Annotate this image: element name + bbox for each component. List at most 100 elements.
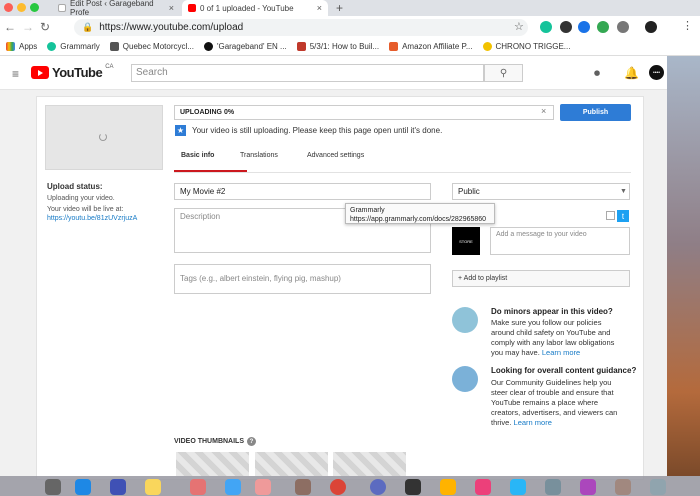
community-guidelines-illustration-icon bbox=[452, 366, 478, 392]
dock-app-icon[interactable] bbox=[475, 479, 491, 495]
dock-app-icon[interactable] bbox=[295, 479, 311, 495]
upload-live-text: Your video will be live at: bbox=[47, 206, 124, 213]
learn-more-link[interactable]: Learn more bbox=[514, 418, 552, 427]
page-icon bbox=[203, 42, 213, 51]
tooltip-title: Grammarly bbox=[350, 207, 385, 214]
apps-grid-icon bbox=[6, 42, 15, 51]
thumbnail-option[interactable] bbox=[176, 452, 249, 476]
dock-app-icon[interactable] bbox=[145, 479, 161, 495]
account-avatar-icon[interactable] bbox=[645, 21, 657, 33]
page-icon bbox=[389, 42, 399, 51]
tab-label: Edit Post ‹ Garageband Profe bbox=[70, 0, 154, 17]
children-illustration-icon bbox=[452, 307, 478, 333]
reload-icon[interactable]: ↻ bbox=[40, 20, 50, 34]
add-to-playlist-button[interactable]: + Add to playlist bbox=[452, 270, 630, 287]
dock-app-icon[interactable] bbox=[510, 479, 526, 495]
chrome-icon[interactable] bbox=[330, 479, 346, 495]
new-tab-button[interactable]: + bbox=[336, 1, 343, 15]
title-input[interactable]: My Movie #2 bbox=[174, 183, 431, 200]
publish-button[interactable]: Publish bbox=[560, 104, 631, 121]
upload-notice: Your video is still uploading. Please ke… bbox=[192, 126, 443, 135]
profile-icon[interactable] bbox=[617, 21, 629, 33]
page-icon bbox=[58, 4, 66, 12]
bookmark-star-icon[interactable]: ☆ bbox=[514, 20, 524, 33]
notifications-bell-icon[interactable]: 🔔 bbox=[624, 66, 639, 80]
dock-app-icon[interactable] bbox=[370, 479, 386, 495]
loading-spinner-icon bbox=[99, 133, 107, 141]
tab-basic-info[interactable]: Basic info bbox=[181, 152, 214, 159]
extension-icon[interactable] bbox=[578, 21, 590, 33]
upload-progress-bar: UPLOADING 0% bbox=[174, 105, 554, 120]
content-guidance-title: Looking for overall content guidance? bbox=[491, 366, 637, 375]
tab-close-icon[interactable]: × bbox=[169, 3, 174, 13]
help-icon[interactable]: ? bbox=[247, 437, 256, 446]
grammarly-tooltip: Grammarly https://app.grammarly.com/docs… bbox=[345, 203, 495, 224]
tooltip-url: https://app.grammarly.com/docs/282965860 bbox=[350, 216, 487, 223]
grammarly-extension-icon[interactable] bbox=[540, 21, 552, 33]
bookmark-apps[interactable]: Apps bbox=[6, 42, 37, 51]
url-text: https://www.youtube.com/upload bbox=[99, 22, 244, 33]
dock-app-icon[interactable] bbox=[440, 479, 456, 495]
twitter-icon: t bbox=[617, 210, 629, 222]
bookmark-531[interactable]: 5/3/1: How to Buil... bbox=[296, 42, 379, 51]
page-icon bbox=[482, 42, 492, 51]
address-bar[interactable]: 🔒 https://www.youtube.com/upload bbox=[74, 19, 528, 36]
dock-app-icon[interactable] bbox=[45, 479, 61, 495]
tab-translations[interactable]: Translations bbox=[240, 152, 278, 159]
grammarly-icon bbox=[47, 42, 57, 51]
bookmark-garageband[interactable]: 'Garageband' EN ... bbox=[203, 42, 287, 51]
tags-input[interactable]: Tags (e.g., albert einstein, flying pig,… bbox=[174, 264, 431, 294]
tab-advanced-settings[interactable]: Advanced settings bbox=[307, 152, 364, 159]
privacy-select[interactable]: Public bbox=[452, 183, 630, 200]
search-button[interactable]: ⚲ bbox=[484, 64, 523, 82]
cancel-upload-icon[interactable]: × bbox=[541, 106, 546, 116]
extension-icon[interactable] bbox=[560, 21, 572, 33]
dock-app-icon[interactable] bbox=[225, 479, 241, 495]
tab-youtube-upload[interactable]: 0 of 1 uploaded - YouTube × bbox=[182, 0, 328, 16]
share-twitter-checkbox[interactable] bbox=[606, 211, 615, 220]
hamburger-menu-icon[interactable]: ≡ bbox=[12, 67, 19, 81]
channel-thumbnail: STORE bbox=[452, 227, 480, 255]
bookmark-grammarly[interactable]: Grammarly bbox=[47, 42, 100, 51]
dock-app-icon[interactable] bbox=[405, 479, 421, 495]
window-zoom-button[interactable] bbox=[30, 3, 39, 12]
search-input[interactable]: Search bbox=[131, 64, 484, 82]
youtube-logo[interactable]: YouTube CA bbox=[31, 64, 114, 80]
upload-status-label: Upload status: bbox=[47, 182, 103, 191]
extension-icon[interactable] bbox=[597, 21, 609, 33]
upload-status-text: Uploading your video. bbox=[47, 195, 115, 202]
bookmarks-bar: Apps Grammarly Quebec Motorcycl... 'Gara… bbox=[0, 38, 700, 56]
dock-app-icon[interactable] bbox=[255, 479, 271, 495]
tab-edit-post[interactable]: Edit Post ‹ Garageband Profe × bbox=[52, 0, 180, 17]
dock-app-icon[interactable] bbox=[545, 479, 561, 495]
bookmark-quebec[interactable]: Quebec Motorcycl... bbox=[109, 42, 194, 51]
menu-kebab-icon[interactable]: ⋮ bbox=[682, 19, 693, 32]
dock-app-icon[interactable] bbox=[580, 479, 596, 495]
chevron-down-icon: ▼ bbox=[620, 188, 627, 195]
learn-more-link[interactable]: Learn more bbox=[542, 348, 580, 357]
page-icon bbox=[296, 42, 306, 51]
thumbnail-option[interactable] bbox=[255, 452, 328, 476]
dock-app-icon[interactable] bbox=[110, 479, 126, 495]
create-video-icon[interactable]: ⏺ bbox=[594, 66, 600, 81]
forward-icon[interactable]: → bbox=[22, 20, 34, 34]
lock-icon: 🔒 bbox=[82, 22, 94, 32]
window-minimize-button[interactable] bbox=[17, 3, 26, 12]
window-close-button[interactable] bbox=[4, 3, 13, 12]
desktop-wallpaper bbox=[667, 56, 700, 476]
video-link[interactable]: https://youtu.be/81zUVzrjuzA bbox=[47, 215, 137, 222]
minors-guidance-title: Do minors appear in this video? bbox=[491, 307, 613, 316]
bookmark-chrono[interactable]: CHRONO TRIGGE... bbox=[482, 42, 570, 51]
thumbnail-option[interactable] bbox=[333, 452, 406, 476]
dock-app-icon[interactable] bbox=[650, 479, 666, 495]
avatar[interactable]: •••• bbox=[649, 65, 664, 80]
share-message-input[interactable]: Add a message to your video bbox=[490, 227, 630, 255]
tab-close-icon[interactable]: × bbox=[317, 3, 322, 13]
dock-app-icon[interactable] bbox=[75, 479, 91, 495]
bookmark-amazon[interactable]: Amazon Affiliate P... bbox=[389, 42, 473, 51]
back-icon[interactable]: ← bbox=[4, 20, 16, 34]
dock-app-icon[interactable] bbox=[615, 479, 631, 495]
divider bbox=[174, 172, 631, 173]
dock-app-icon[interactable] bbox=[190, 479, 206, 495]
page-icon bbox=[109, 42, 119, 51]
